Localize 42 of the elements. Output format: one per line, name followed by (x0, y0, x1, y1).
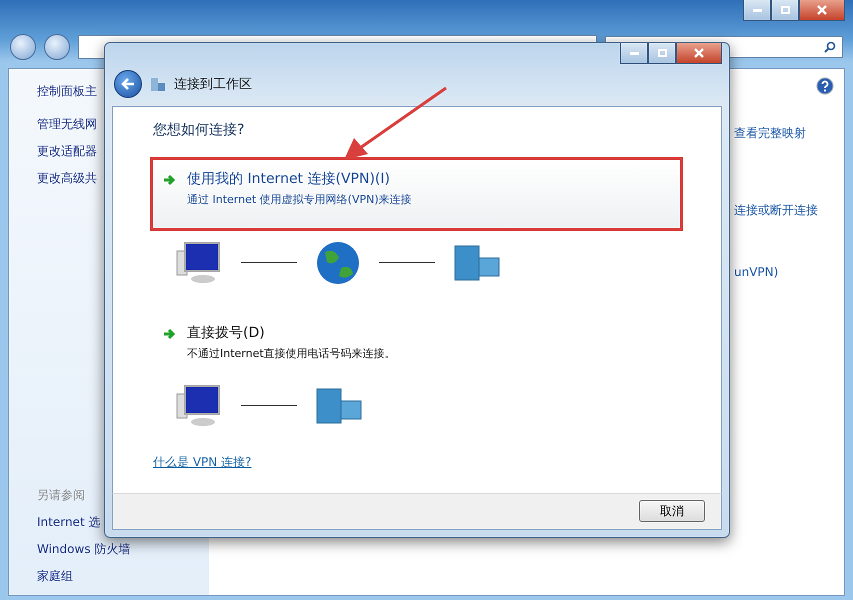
help-link[interactable]: 什么是 VPN 连接? (153, 454, 683, 471)
back-arrow-icon (121, 78, 135, 90)
back-button[interactable] (114, 70, 142, 98)
task-link[interactable]: unVPN) (734, 265, 834, 279)
see-also-heading: 另请参阅 (37, 487, 86, 504)
minimize-button[interactable] (743, 0, 771, 21)
help-icon[interactable] (816, 77, 834, 95)
computer-icon (175, 384, 223, 428)
back-button[interactable] (10, 34, 36, 60)
computer-icon (175, 240, 223, 285)
building-icon (453, 244, 501, 282)
option-description: 通过 Internet 使用虚拟专用网络(VPN)来连接 (187, 192, 412, 207)
connection-option[interactable]: 直接拨号(D) 不通过Internet直接使用电话号码来连接。 (150, 310, 683, 374)
building-icon (315, 386, 363, 425)
option-title: 使用我的 Internet 连接(VPN)(I) (187, 170, 391, 188)
maximize-icon (658, 49, 666, 57)
close-button[interactable] (676, 43, 722, 64)
minimize-button[interactable] (620, 43, 648, 64)
maximize-button[interactable] (648, 43, 676, 64)
minimize-icon (630, 52, 638, 54)
cancel-button[interactable]: 取消 (639, 500, 705, 522)
connection-option[interactable]: 使用我的 Internet 连接(VPN)(I) 通过 Internet 使用虚拟专用网络(VPN)来连接 (150, 156, 683, 231)
sidebar-link[interactable]: Windows 防火墙 (37, 541, 209, 558)
arrow-icon (163, 328, 177, 340)
option-description: 不通过Internet直接使用电话号码来连接。 (187, 346, 396, 361)
option-title: 直接拨号(D) (187, 324, 266, 342)
close-icon (694, 48, 704, 58)
close-button[interactable] (799, 0, 845, 21)
sidebar-link[interactable]: 家庭组 (37, 568, 209, 585)
task-link[interactable]: 连接或断开连接 (734, 202, 834, 219)
dialog-title: 连接到工作区 (174, 76, 252, 94)
search-icon (824, 41, 836, 53)
arrow-icon (163, 174, 177, 186)
globe-icon (315, 240, 361, 286)
task-link[interactable]: 查看完整映射 (734, 125, 834, 142)
close-icon (817, 5, 827, 15)
network-icon (150, 76, 166, 92)
forward-button[interactable] (44, 34, 70, 60)
maximize-icon (780, 6, 790, 14)
minimize-icon (752, 8, 762, 12)
maximize-button[interactable] (771, 0, 799, 21)
question-heading: 您想如何连接? (153, 120, 246, 139)
